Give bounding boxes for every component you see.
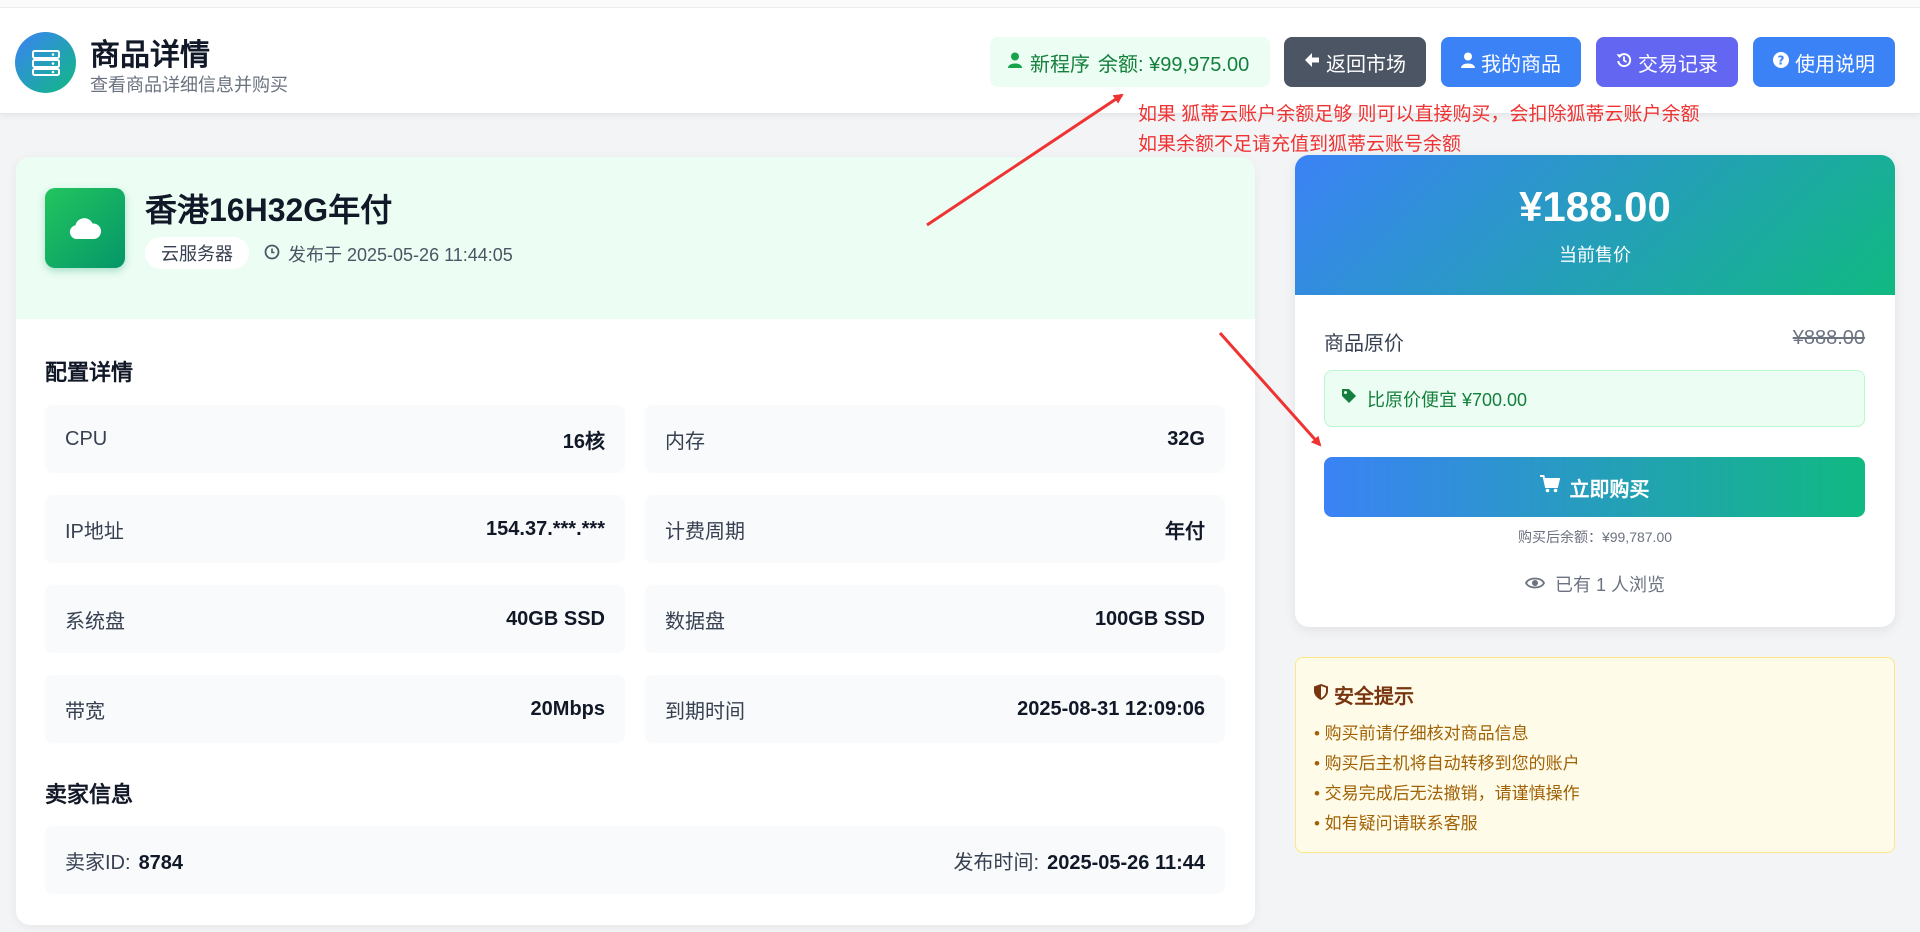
spec-ip: IP地址 154.37.***.*** <box>45 495 625 563</box>
safety-title: 安全提示 <box>1314 680 1876 709</box>
arrow-left-icon <box>1304 51 1320 74</box>
server-icon <box>15 32 76 93</box>
spec-key: CPU <box>65 427 108 450</box>
spec-data-disk: 数据盘 100GB SSD <box>645 585 1225 653</box>
balance-badge: 新程序 余额: ¥99,975.00 <box>990 37 1270 87</box>
current-price-label: 当前售价 <box>1559 245 1631 265</box>
spec-key: 计费周期 <box>665 520 745 543</box>
spec-memory: 内存 32G <box>645 405 1225 473</box>
balance-after-purchase: 购买后余额：¥99,787.00 <box>1517 529 1673 545</box>
publish-date: 发布于 2025-05-26 11:44:05 <box>264 241 513 267</box>
user-icon <box>1008 51 1022 74</box>
top-strip <box>0 0 1920 8</box>
user-icon <box>1461 51 1475 74</box>
seller-publish-time: 发布时间: 2025-05-26 11:44 <box>954 846 1205 875</box>
help-button[interactable]: ? 使用说明 <box>1753 37 1895 87</box>
price-header: ¥188.00 当前售价 <box>1295 155 1895 295</box>
safety-item: • 交易完成后无法撤销，请谨慎操作 <box>1314 784 1580 803</box>
price-card: ¥188.00 当前售价 商品原价 ¥888.00 比原价便宜 ¥700.00 … <box>1295 155 1895 627</box>
spec-value: 40GB SSD <box>506 607 605 630</box>
safety-item: • 购买前请仔细核对商品信息 <box>1314 724 1529 743</box>
spec-value: 年付 <box>1165 520 1205 543</box>
my-products-button[interactable]: 我的商品 <box>1441 37 1581 87</box>
spec-value: 2025-08-31 12:09:06 <box>1017 697 1205 720</box>
safety-title-text: 安全提示 <box>1334 686 1414 708</box>
product-title: 香港16H32G年付 <box>145 192 393 228</box>
spec-value: 100GB SSD <box>1094 607 1205 630</box>
spec-billing-cycle: 计费周期 年付 <box>645 495 1225 563</box>
original-price-label: 商品原价 <box>1324 333 1404 355</box>
spec-key: 数据盘 <box>665 610 725 633</box>
safety-item: • 购买后主机将自动转移到您的账户 <box>1314 754 1580 773</box>
eye-icon <box>1524 574 1545 595</box>
original-price-row: 商品原价 ¥888.00 <box>1324 327 1865 356</box>
seller-id-label: 卖家ID: <box>65 851 131 874</box>
current-price: ¥188.00 <box>1519 183 1671 230</box>
spec-value: 154.37.***.*** <box>486 517 605 540</box>
spec-expiry: 到期时间 2025-08-31 12:09:06 <box>645 675 1225 743</box>
annotation-line-1: 如果 狐蒂云账户余额足够 则可以直接购买，会扣除狐蒂云账户余额 <box>1138 104 1700 125</box>
annotation-line-2: 如果余额不足请充值到狐蒂云账号余额 <box>1138 134 1462 155</box>
original-price-value: ¥888.00 <box>1792 327 1865 349</box>
question-circle-icon: ? <box>1773 51 1789 74</box>
back-to-market-button[interactable]: 返回市场 <box>1284 37 1426 87</box>
discount-text: 比原价便宜 ¥700.00 <box>1367 389 1528 410</box>
my-products-label: 我的商品 <box>1481 53 1561 76</box>
seller-id: 卖家ID: 8784 <box>65 846 183 875</box>
spec-value: 16核 <box>562 430 605 453</box>
buy-now-button[interactable]: 立即购买 <box>1324 457 1865 517</box>
cloud-icon <box>45 188 125 268</box>
cart-icon <box>1539 475 1560 499</box>
help-label: 使用说明 <box>1795 53 1875 76</box>
safety-item: • 如有疑问请联系客服 <box>1314 814 1478 833</box>
discount-banner: 比原价便宜 ¥700.00 <box>1324 370 1865 427</box>
config-heading: 配置详情 <box>45 360 134 385</box>
spec-key: 带宽 <box>65 700 105 723</box>
balance-value: 余额: ¥99,975.00 <box>1098 53 1250 76</box>
page-subtitle: 查看商品详细信息并购买 <box>90 75 288 95</box>
svg-text:?: ? <box>1778 53 1785 67</box>
back-label: 返回市场 <box>1326 53 1406 76</box>
spec-key: 到期时间 <box>665 700 745 723</box>
publish-time-label: 发布时间: <box>953 851 1040 874</box>
history-icon <box>1616 51 1632 74</box>
spec-value: 32G <box>1167 427 1205 450</box>
publish-date-text: 发布于 2025-05-26 11:44:05 <box>288 245 513 265</box>
seller-id-value: 8784 <box>138 851 184 874</box>
annotation-note: 如果 狐蒂云账户余额足够 则可以直接购买，会扣除狐蒂云账户余额 如果余额不足请充… <box>1138 100 1700 160</box>
spec-bandwidth: 带宽 20Mbps <box>45 675 625 743</box>
seller-info-row: 卖家ID: 8784 发布时间: 2025-05-26 11:44 <box>45 826 1225 894</box>
clock-icon <box>264 244 280 265</box>
spec-system-disk: 系统盘 40GB SSD <box>45 585 625 653</box>
publish-time-value: 2025-05-26 11:44 <box>1047 851 1205 874</box>
spec-value: 20Mbps <box>530 697 605 720</box>
category-tag: 云服务器 <box>145 237 249 269</box>
view-count-text: 已有 1 人浏览 <box>1554 575 1665 595</box>
shield-icon <box>1314 683 1328 706</box>
balance-prefix: 新程序 <box>1030 53 1090 76</box>
tag-icon <box>1341 388 1357 409</box>
buy-now-label: 立即购买 <box>1569 478 1650 501</box>
page-header: 商品详情 查看商品详细信息并购买 新程序 余额: ¥99,975.00 返回市场… <box>0 0 1920 114</box>
safety-tips-box: 安全提示 • 购买前请仔细核对商品信息 • 购买后主机将自动转移到您的账户 • … <box>1295 657 1895 853</box>
page-title: 商品详情 <box>90 39 210 72</box>
spec-key: IP地址 <box>65 520 124 543</box>
product-summary: 香港16H32G年付 云服务器 发布于 2025-05-26 11:44:05 <box>16 157 1255 319</box>
trade-records-label: 交易记录 <box>1638 53 1718 76</box>
spec-cpu: CPU 16核 <box>45 405 625 473</box>
seller-heading: 卖家信息 <box>45 782 134 807</box>
trade-records-button[interactable]: 交易记录 <box>1596 37 1738 87</box>
spec-key: 系统盘 <box>65 610 125 633</box>
spec-key: 内存 <box>665 430 705 453</box>
view-count: 已有 1 人浏览 <box>1295 571 1895 597</box>
product-detail-card: 香港16H32G年付 云服务器 发布于 2025-05-26 11:44:05 … <box>16 157 1255 925</box>
